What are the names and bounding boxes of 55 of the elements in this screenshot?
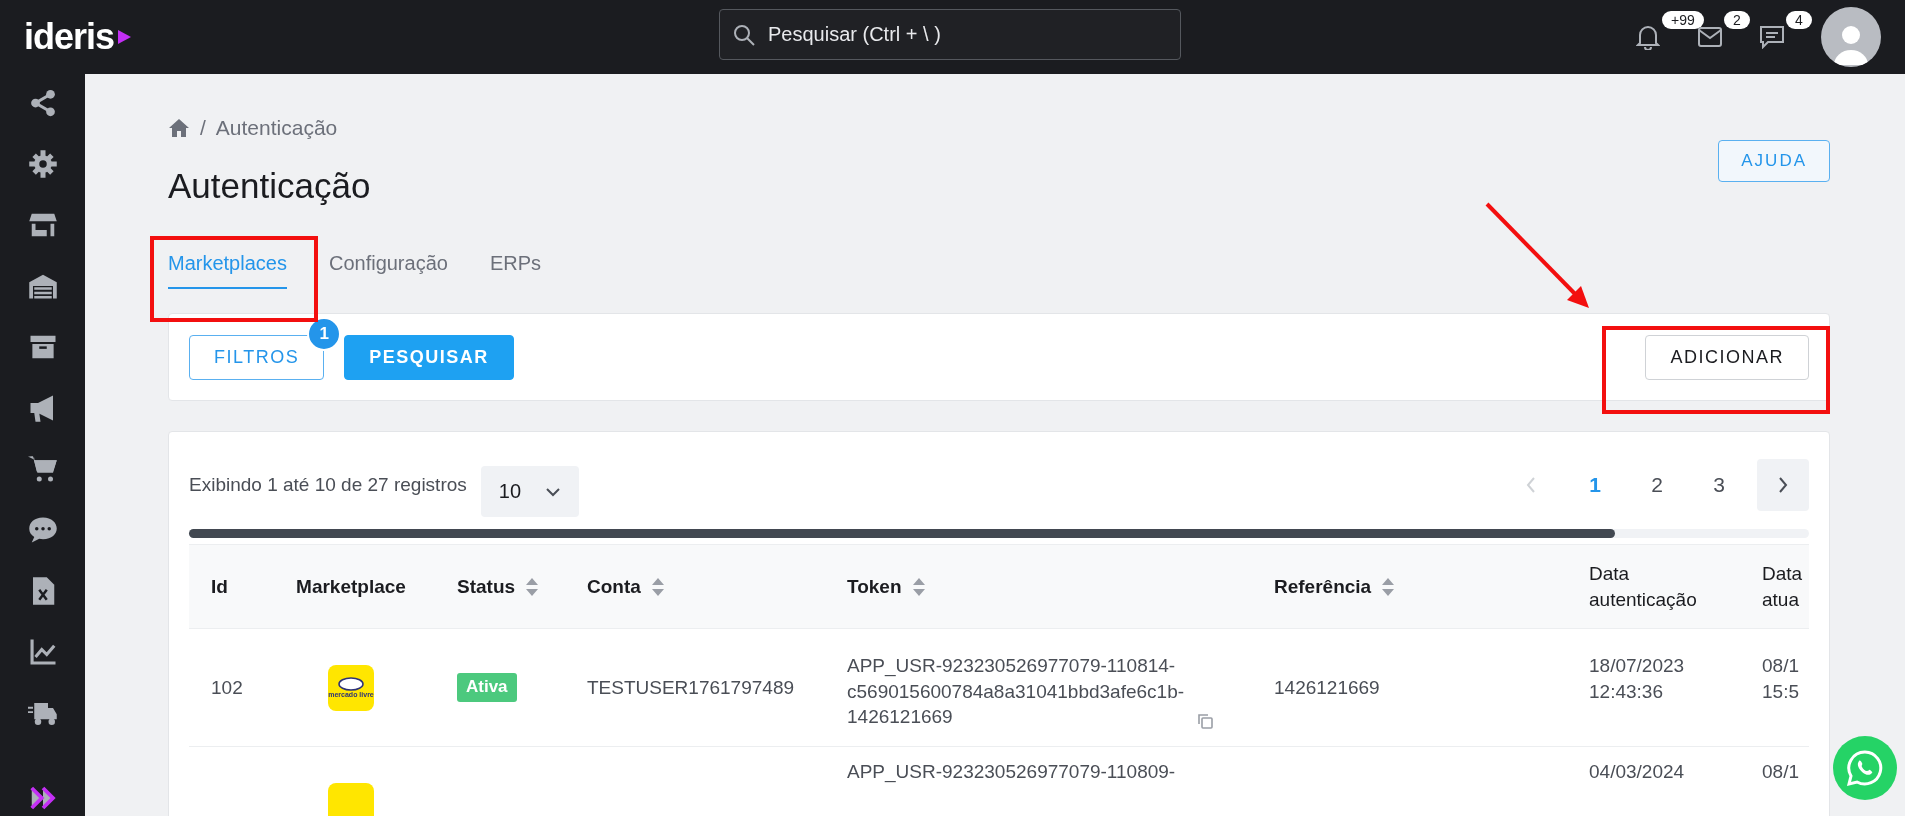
marketplace-logo [328, 782, 374, 816]
chat-icon [1759, 25, 1785, 49]
table-cell-text: 1426121669 [1274, 675, 1380, 700]
table-cell-text: 18/07/2023 12:43:36 [1589, 654, 1686, 704]
count-badge: 4 [1786, 11, 1812, 29]
tab[interactable]: Configuração [328, 244, 448, 289]
table-cell-text: 102 [211, 675, 243, 700]
notification-button[interactable] [1759, 23, 1785, 51]
search-bar[interactable]: Pesquisar (Ctrl + \ ) [719, 9, 1181, 60]
filter-count-badge: 1 [307, 316, 342, 351]
status-badge: Ativa [457, 673, 517, 702]
column-header[interactable]: Status [457, 575, 516, 598]
page-title: Autenticação [168, 166, 371, 206]
home-icon[interactable] [168, 118, 190, 138]
sort-icon[interactable] [1381, 576, 1396, 597]
cart-icon[interactable] [27, 454, 58, 484]
mail-icon [1697, 26, 1723, 48]
page-button[interactable]: 3 [1695, 458, 1743, 511]
breadcrumb-current: Autenticação [215, 116, 338, 140]
chevron-right-icon [1778, 475, 1788, 494]
sort-icon[interactable] [650, 576, 665, 597]
gear-icon[interactable] [27, 149, 58, 179]
count-badge: 2 [1724, 11, 1750, 29]
page-button[interactable]: 2 [1633, 458, 1681, 511]
count-badge: +99 [1662, 11, 1704, 29]
column-header: Marketplace [296, 575, 406, 598]
page-size-select[interactable]: 10 [480, 466, 580, 517]
column-header: Data atua [1762, 561, 1803, 612]
notification-button[interactable] [1635, 23, 1661, 51]
breadcrumb-separator: / [200, 116, 206, 140]
sort-icon[interactable] [911, 576, 926, 597]
chevron-down-icon [545, 486, 562, 497]
bell-icon [1636, 24, 1660, 50]
table-cell-text: TESTUSER1761797489 [587, 675, 794, 700]
records-info: Exibindo 1 até 10 de 27 registros [189, 473, 467, 496]
token-text: APP_USR-923230526977079-110814-c569015600784a8a31041bbd3afe6c1b-1426121669 [847, 654, 1186, 730]
table-cell-text: 08/1 15:5 [1762, 654, 1800, 704]
column-header: Id [211, 575, 228, 598]
avatar[interactable] [1821, 7, 1881, 67]
column-header: Data autenticação [1589, 561, 1697, 612]
tab[interactable]: ERPs [489, 244, 542, 289]
add-button[interactable]: ADICIONAR [1645, 334, 1809, 380]
sort-icon[interactable] [525, 576, 540, 597]
table-cell-text: 08/1 [1762, 760, 1800, 784]
phone-bubble-icon [1845, 748, 1885, 788]
logo[interactable]: ideris [24, 16, 133, 58]
chevron-left-icon [1526, 475, 1536, 494]
token-text: APP_USR-923230526977079-110809- [847, 760, 1176, 785]
search-icon [732, 22, 756, 47]
column-header[interactable]: Referência [1274, 575, 1372, 598]
search-field[interactable]: Pesquisar (Ctrl + \ ) [766, 22, 1168, 47]
column-header[interactable]: Conta [587, 575, 641, 598]
table-cell-text: 04/03/2024 [1589, 760, 1686, 784]
column-header[interactable]: Token [847, 575, 902, 598]
chat-icon[interactable] [27, 515, 58, 545]
